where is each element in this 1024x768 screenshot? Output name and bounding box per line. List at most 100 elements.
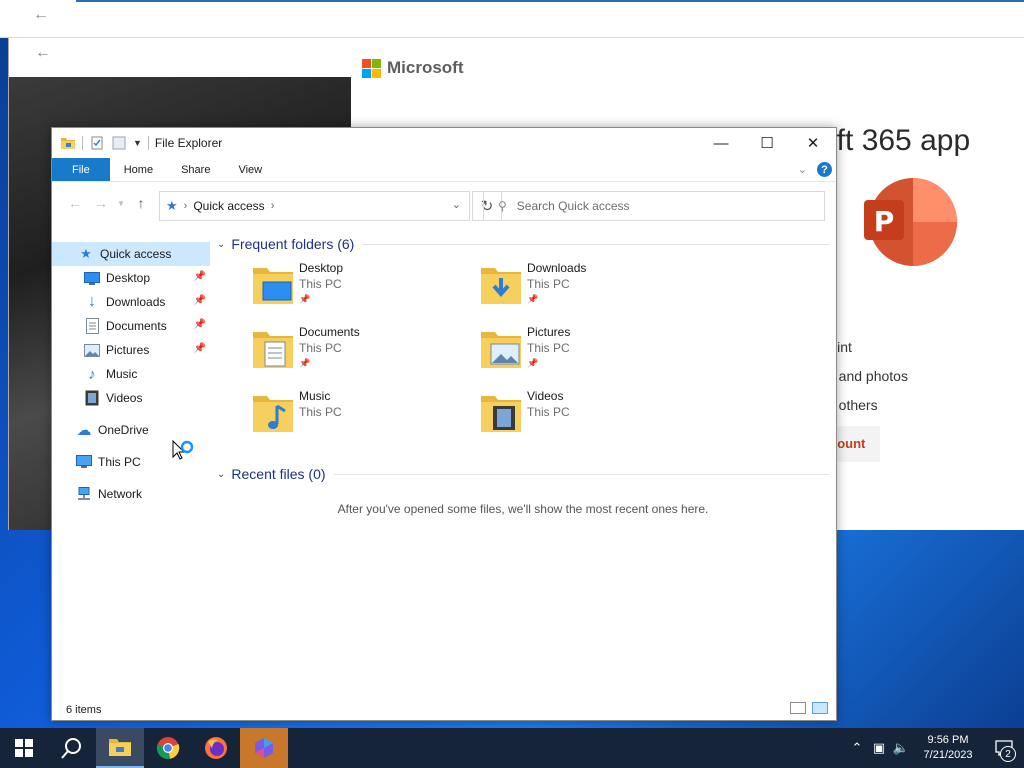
pin-icon: 📌 <box>193 343 206 354</box>
window-title: File Explorer <box>154 136 223 150</box>
nav-item-onedrive[interactable]: ☁ OneDrive <box>52 418 210 442</box>
nav-item-pictures[interactable]: Pictures 📌 <box>52 338 210 362</box>
background-window-top: ← <box>0 0 1024 38</box>
recent-locations-dropdown[interactable]: ▼ <box>114 191 128 215</box>
navigation-pane: ★ Quick access Desktop 📌 ↓ Downloads 📌 D… <box>52 242 210 702</box>
forward-button[interactable]: → <box>88 191 114 215</box>
search-icon: ⚲ <box>498 199 507 213</box>
microsoft-squares-icon <box>362 58 381 78</box>
search-placeholder: Search Quick access <box>516 199 630 213</box>
minimize-button[interactable]: — <box>698 128 744 158</box>
nav-label: Desktop <box>106 271 151 285</box>
tab-home[interactable]: Home <box>110 158 167 181</box>
videos-folder-icon <box>481 396 521 432</box>
maximize-button[interactable]: ☐ <box>744 128 790 158</box>
breadcrumb-chevron-icon[interactable]: › <box>271 200 275 212</box>
busy-cursor-icon <box>172 440 194 460</box>
pin-icon: 📌 <box>193 271 206 282</box>
title-bar[interactable]: ▼ File Explorer — ☐ ✕ <box>52 128 836 158</box>
file-explorer-window: ▼ File Explorer — ☐ ✕ File Home Share Vi… <box>51 127 837 721</box>
content-pane: ⌄ Frequent folders (6) Desktop This PC 📌 D… <box>217 232 829 516</box>
group-divider <box>333 473 829 475</box>
help-icon[interactable]: ? <box>817 162 832 177</box>
nav-label: Quick access <box>100 247 172 261</box>
quick-access-toolbar: ▼ <box>60 136 149 150</box>
network-status-icon[interactable]: ▣ <box>868 740 890 756</box>
clock[interactable]: 9:56 PM 7/21/2023 <box>912 733 984 763</box>
notification-count-badge: 2 <box>1000 746 1016 762</box>
taskbar-chrome[interactable] <box>144 728 192 768</box>
folder-tile-downloads[interactable]: Downloads This PC 📌 <box>479 260 707 324</box>
large-icons-view-button[interactable] <box>812 702 828 714</box>
chrome-icon <box>156 737 180 759</box>
address-row: ← → ▼ ↑ ★ › Quick access › ⌄ ↻ ⚲ Search … <box>52 182 836 224</box>
file-explorer-icon <box>109 739 131 756</box>
properties-icon[interactable] <box>89 136 105 150</box>
nav-item-network[interactable]: Network <box>52 482 210 506</box>
downloads-folder-icon <box>481 268 521 304</box>
details-view-button[interactable] <box>790 702 806 714</box>
folder-tile-videos[interactable]: Videos This PC <box>479 388 707 452</box>
expand-ribbon-chevron-icon[interactable]: ⌄ <box>798 163 807 176</box>
microsoft-365-icon <box>255 738 273 758</box>
status-item-count: 6 items <box>66 704 102 716</box>
customize-toolbar-dropdown-icon[interactable]: ▼ <box>133 138 142 148</box>
nav-item-desktop[interactable]: Desktop 📌 <box>52 266 210 290</box>
nav-item-downloads[interactable]: ↓ Downloads 📌 <box>52 290 210 314</box>
volume-muted-icon[interactable]: 🔈 <box>890 740 912 756</box>
folder-tile-documents[interactable]: Documents This PC 📌 <box>251 324 479 388</box>
nav-item-documents[interactable]: Documents 📌 <box>52 314 210 338</box>
taskbar-firefox[interactable] <box>192 728 240 768</box>
group-title: Recent files (0) <box>231 466 326 482</box>
nav-label: Documents <box>106 319 167 333</box>
recent-files-header[interactable]: ⌄ Recent files (0) <box>217 462 829 486</box>
start-button[interactable] <box>0 728 48 768</box>
action-center-button[interactable]: 2 <box>984 728 1024 768</box>
nav-item-music[interactable]: ♪ Music <box>52 362 210 386</box>
search-input[interactable]: ⚲ Search Quick access <box>483 191 825 221</box>
pin-icon: 📌 <box>299 294 311 304</box>
pictures-folder-icon <box>481 332 521 368</box>
taskbar-file-explorer[interactable] <box>96 728 144 768</box>
folder-name: Music <box>299 389 331 403</box>
tab-file[interactable]: File <box>52 158 110 181</box>
folder-name: Documents <box>299 325 360 339</box>
back-arrow-icon[interactable]: ← <box>35 44 51 62</box>
collapse-chevron-icon[interactable]: ⌄ <box>217 469 225 480</box>
nav-item-quick-access[interactable]: ★ Quick access <box>52 242 210 266</box>
firefox-icon <box>205 737 227 759</box>
breadcrumb-chevron-icon[interactable]: › <box>184 200 188 212</box>
folder-name: Videos <box>527 389 564 403</box>
folder-location: This PC <box>299 341 342 355</box>
window-controls: — ☐ ✕ <box>698 128 836 158</box>
quick-access-star-icon: ★ <box>80 246 92 261</box>
close-button[interactable]: ✕ <box>790 128 836 158</box>
folder-tile-music[interactable]: Music This PC <box>251 388 479 452</box>
folder-tile-pictures[interactable]: Pictures This PC 📌 <box>479 324 707 388</box>
back-button[interactable]: ← <box>62 191 88 215</box>
nav-label: Videos <box>106 391 143 405</box>
taskbar-microsoft-365[interactable] <box>240 728 288 768</box>
search-button[interactable] <box>48 728 96 768</box>
tab-view[interactable]: View <box>224 158 276 181</box>
desktop-icon <box>84 270 100 286</box>
folder-name: Downloads <box>527 261 587 275</box>
address-history-dropdown-icon[interactable]: ⌄ <box>452 198 461 211</box>
frequent-folders-header[interactable]: ⌄ Frequent folders (6) <box>217 232 829 256</box>
collapse-chevron-icon[interactable]: ⌄ <box>217 239 225 250</box>
folder-tile-desktop[interactable]: Desktop This PC 📌 <box>251 260 479 324</box>
breadcrumb-quick-access[interactable]: Quick access <box>193 199 264 213</box>
frequent-folders-grid: Desktop This PC 📌 Downloads This PC 📌 Docume… <box>217 260 829 452</box>
nav-item-videos[interactable]: Videos <box>52 386 210 410</box>
documents-folder-icon <box>253 332 293 368</box>
nav-label: Network <box>98 487 143 501</box>
show-hidden-icons-chevron-icon[interactable]: ⌃ <box>846 740 868 756</box>
address-bar[interactable]: ★ › Quick access › ⌄ <box>159 191 470 221</box>
computer-icon <box>76 454 92 470</box>
nav-label: Downloads <box>106 295 166 309</box>
back-arrow-icon[interactable]: ← <box>33 6 49 24</box>
pin-icon: 📌 <box>527 358 539 368</box>
new-folder-icon[interactable] <box>111 136 127 150</box>
tab-share[interactable]: Share <box>167 158 224 181</box>
up-button[interactable]: ↑ <box>128 191 154 215</box>
